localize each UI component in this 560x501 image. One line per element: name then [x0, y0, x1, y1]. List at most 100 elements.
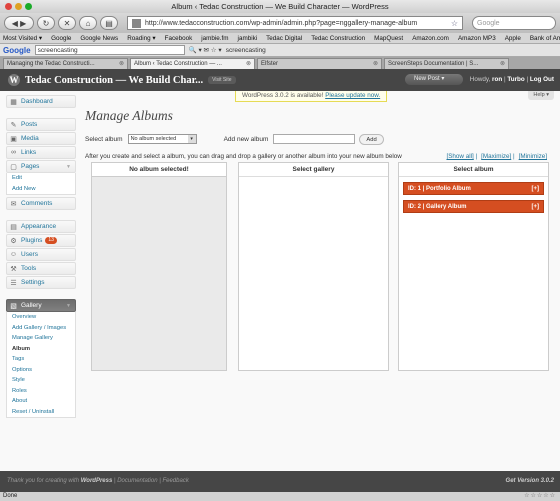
bookmark-item[interactable]: Amazon.com: [412, 35, 449, 42]
menu-links[interactable]: ∞ Links: [6, 146, 76, 159]
browser-tab[interactable]: Elfster ⊗: [257, 58, 382, 69]
stop-button[interactable]: ✕: [58, 16, 76, 30]
gallery-submenu-item[interactable]: Add Gallery / Images: [7, 323, 75, 334]
submenu-edit[interactable]: Edit: [7, 173, 75, 184]
menu-gallery[interactable]: ▧ Gallery ▼: [6, 299, 76, 312]
menu-posts[interactable]: ✎ Posts: [6, 118, 76, 131]
back-forward-buttons[interactable]: ◀ ▶: [4, 16, 34, 30]
browser-tab[interactable]: Album ‹ Tedac Construction — ... ⊗: [130, 58, 255, 69]
close-tab-icon[interactable]: ⊗: [500, 59, 505, 69]
bookmark-star-icon[interactable]: ☆: [451, 19, 458, 28]
help-button[interactable]: Help ▾: [528, 91, 554, 100]
menu-comments[interactable]: ✉ Comments: [6, 197, 76, 210]
bookmark-item[interactable]: jambiki: [238, 35, 258, 42]
maximize-link[interactable]: [Maximize]: [481, 153, 511, 160]
menu-separator: [6, 211, 76, 220]
add-album-toggle[interactable]: [+]: [532, 201, 540, 213]
instructions-row: After you create and select a album, you…: [85, 152, 555, 162]
expand-arrow-icon[interactable]: ▼: [66, 164, 71, 170]
username-link[interactable]: ron: [492, 76, 502, 83]
bookmark-item[interactable]: Facebook: [165, 35, 193, 42]
visit-site-button[interactable]: Visit Site: [208, 76, 236, 84]
wordpress-logo-icon: W: [8, 74, 20, 86]
site-title[interactable]: Tedac Construction — We Build Char...: [25, 75, 203, 86]
album-item[interactable]: ID: 1 | Portfolio Album [+]: [403, 182, 544, 195]
google-search-field[interactable]: Google: [472, 16, 556, 30]
wordpress-link[interactable]: WordPress: [81, 478, 113, 484]
back-arrow-icon[interactable]: ◀: [12, 19, 18, 28]
menu-dashboard[interactable]: ▦ Dashboard: [6, 95, 76, 108]
update-now-link[interactable]: Please update now.: [325, 92, 380, 99]
gallery-submenu-item[interactable]: Style: [7, 375, 75, 386]
gallery-submenu-item[interactable]: Roles: [7, 386, 75, 397]
address-bar[interactable]: http://www.tedacconstruction.com/wp-admi…: [127, 16, 463, 30]
close-tab-icon[interactable]: ⊗: [119, 59, 124, 69]
home-button[interactable]: ⌂: [79, 16, 97, 30]
plugins-icon: ⚙: [10, 237, 17, 245]
gallery-submenu-item[interactable]: About: [7, 396, 75, 407]
minimize-window-icon[interactable]: [15, 3, 22, 10]
gallery-submenu-item[interactable]: Overview: [7, 312, 75, 323]
search-term-highlight[interactable]: screencasting: [226, 47, 266, 54]
bookmark-item[interactable]: Apple: [505, 35, 521, 42]
expand-arrow-icon[interactable]: ▼: [66, 303, 71, 309]
show-all-link[interactable]: [Show all]: [446, 153, 473, 160]
submenu-add-new[interactable]: Add New: [7, 184, 75, 195]
menu-pages[interactable]: ▢ Pages ▼: [6, 160, 76, 173]
print-button[interactable]: ▤: [100, 16, 118, 30]
add-album-toggle[interactable]: [+]: [532, 183, 540, 195]
bookmark-item[interactable]: Google News: [80, 35, 118, 42]
album-list-column[interactable]: Select album ID: 1 | Portfolio Album [+] …: [398, 162, 549, 371]
logout-link[interactable]: Log Out: [530, 76, 554, 83]
menu-media[interactable]: ▣ Media: [6, 132, 76, 145]
album-select[interactable]: No album selected ▾: [127, 134, 197, 144]
album-label: ID: 2 | Gallery Album: [408, 204, 467, 210]
menu-separator: [6, 290, 76, 299]
menu-label: Comments: [21, 200, 53, 207]
gallery-submenu-item[interactable]: Options: [7, 365, 75, 376]
turbo-link[interactable]: Turbo: [507, 76, 524, 83]
new-post-button[interactable]: New Post ▾: [405, 74, 463, 85]
toolbar-buttons-icon[interactable]: 🔍 ▾ ✉ ☆ ▾: [189, 46, 222, 54]
google-toolbar-search-input[interactable]: screencasting: [34, 45, 185, 55]
zoom-window-icon[interactable]: [25, 3, 32, 10]
menu-appearance[interactable]: ▤ Appearance: [6, 220, 76, 233]
new-album-input[interactable]: [273, 134, 356, 144]
menu-label: Appearance: [21, 223, 57, 230]
browser-tab[interactable]: ScreenSteps Documentation | S... ⊗: [384, 58, 509, 69]
documentation-link[interactable]: Documentation: [117, 478, 157, 484]
get-version-link[interactable]: Get Version 3.0.2: [506, 471, 554, 492]
feedback-link[interactable]: Feedback: [162, 478, 188, 484]
bookmark-item[interactable]: Tedac Construction: [311, 35, 365, 42]
menu-settings[interactable]: ☰ Settings: [6, 276, 76, 289]
minimize-link[interactable]: [Minimize]: [519, 153, 547, 160]
bookmark-item[interactable]: MapQuest: [374, 35, 403, 42]
menu-tools[interactable]: ⚒ Tools: [6, 262, 76, 275]
gallery-submenu-item[interactable]: Album: [7, 344, 75, 355]
selected-album-column[interactable]: No album selected!: [91, 162, 227, 371]
gallery-submenu-item[interactable]: Reset / Uninstall: [7, 407, 75, 418]
add-album-button[interactable]: Add: [359, 133, 384, 145]
close-tab-icon[interactable]: ⊗: [246, 59, 251, 69]
album-item[interactable]: ID: 2 | Gallery Album [+]: [403, 200, 544, 213]
gallery-submenu-item[interactable]: Manage Gallery: [7, 333, 75, 344]
bookmark-item[interactable]: Google: [51, 35, 71, 42]
bookmark-item[interactable]: jambie.fm: [201, 35, 228, 42]
links-icon: ∞: [11, 149, 16, 156]
bookmark-item[interactable]: Roading ▾: [127, 35, 155, 42]
menu-users[interactable]: ☺ Users: [6, 248, 76, 261]
bookmark-item[interactable]: Tedac Digital: [266, 35, 302, 42]
menu-plugins[interactable]: ⚙ Plugins 13: [6, 234, 76, 247]
media-icon: ▣: [10, 135, 17, 143]
close-window-icon[interactable]: [5, 3, 12, 10]
bookmark-item[interactable]: Amazon MP3: [458, 35, 496, 42]
gallery-submenu-item[interactable]: Tags: [7, 354, 75, 365]
browser-tab[interactable]: Managing the Tedac Constructi... ⊗: [3, 58, 128, 69]
close-tab-icon[interactable]: ⊗: [373, 59, 378, 69]
bookmark-item[interactable]: Bank of America: [530, 35, 560, 42]
bookmark-item[interactable]: Most Visited ▾: [3, 35, 42, 42]
forward-arrow-icon[interactable]: ▶: [20, 19, 26, 28]
print-icon: ▤: [105, 18, 113, 28]
gallery-column[interactable]: Select gallery: [238, 162, 389, 371]
reload-button[interactable]: ↻: [37, 16, 55, 30]
